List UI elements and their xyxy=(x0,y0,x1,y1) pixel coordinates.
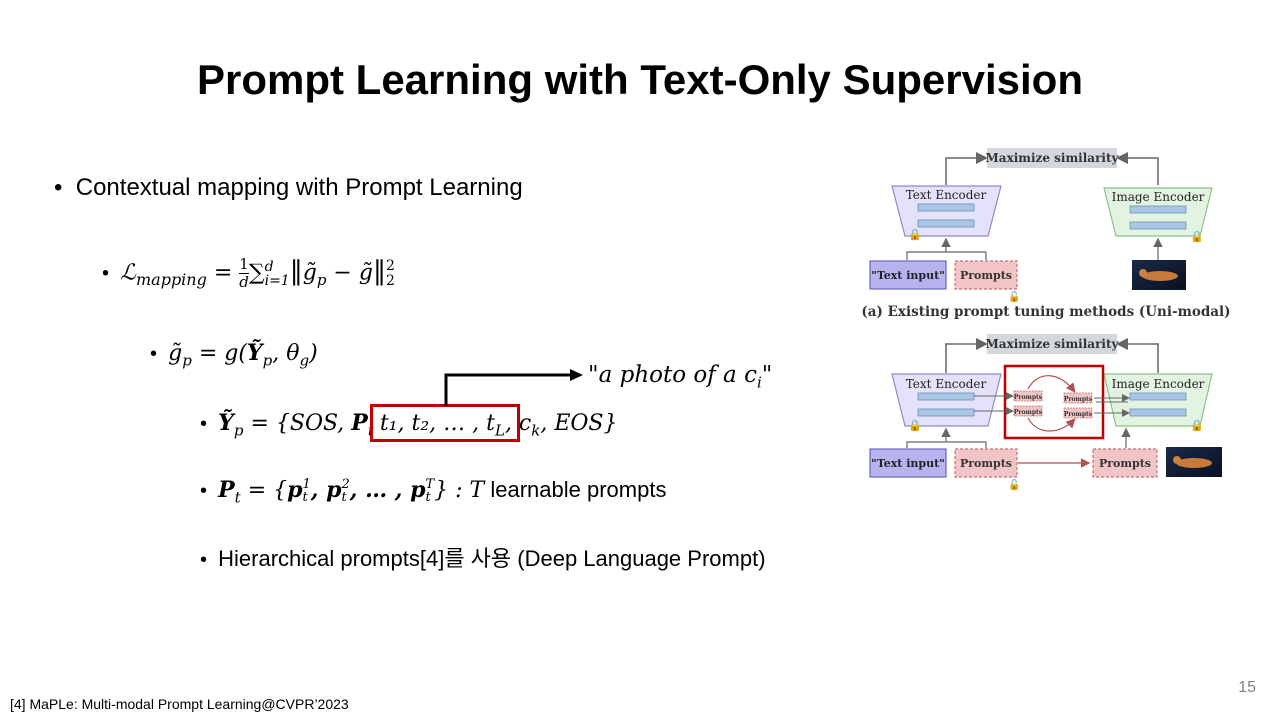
text-encoder-label: Text Encoder xyxy=(906,188,987,202)
unlock-icon: 🔓 xyxy=(1008,478,1020,491)
y-tilde: Ỹ xyxy=(218,410,234,436)
p2-scripts: 2t xyxy=(342,478,350,504)
sum-upper: d xyxy=(264,258,274,275)
p1: p xyxy=(287,477,303,503)
maximize-similarity-label: Maximize similarity xyxy=(986,337,1120,351)
sum-lower: i=1 xyxy=(264,272,290,289)
token-highlight-box xyxy=(370,404,520,442)
annotation-close: " xyxy=(761,362,773,388)
p2: , p xyxy=(310,477,342,503)
p2-sub: t xyxy=(341,490,347,505)
text-input-label: "Text input" xyxy=(871,457,945,470)
norm-scripts: 22 xyxy=(385,257,395,289)
y-tilde-sub: p xyxy=(233,421,244,440)
text-input-label: "Text input" xyxy=(871,269,945,282)
set-open: = { xyxy=(240,478,288,503)
annotation-text: "a photo of a c xyxy=(588,362,757,388)
norm-sub: 2 xyxy=(385,272,395,289)
norm-sup: 2 xyxy=(385,257,395,274)
g-function: = g( xyxy=(191,341,247,366)
bottom-panel: Maximize similarity Text Encoder 🔒 Image… xyxy=(869,334,1222,491)
mini-prompts-label: Prompts xyxy=(1014,394,1043,401)
g-tilde-p-sub: p xyxy=(182,351,192,370)
pT-scripts: Tt xyxy=(425,478,434,504)
prompts-label: Prompts xyxy=(960,269,1012,282)
lock-icon: 🔒 xyxy=(1190,419,1204,432)
mini-prompts-label: Prompts xyxy=(1014,409,1043,416)
g-tilde-p: g̃ xyxy=(302,260,317,286)
figure-caption-a: (a) Existing prompt tuning methods (Uni-… xyxy=(861,304,1230,320)
p-bold: P xyxy=(351,410,368,436)
g-tilde-p: g̃ xyxy=(168,341,183,366)
bullet-dot: • xyxy=(200,549,219,571)
sum-limits: d i=1 xyxy=(265,260,290,288)
bullet-dot: • xyxy=(102,262,121,285)
norm-close: ‖ xyxy=(372,256,386,287)
g-tilde-p-sub: p xyxy=(316,270,327,289)
bullet-hierarchical-prompts: • Hierarchical prompts[4]를 사용 (Deep Lang… xyxy=(200,541,766,573)
footnote-citation: [4] MaPLe: Multi-modal Prompt Learning@C… xyxy=(10,696,349,712)
bullet-dot: • xyxy=(150,343,169,365)
sequence-start: = {SOS, xyxy=(243,411,352,436)
pT-sub: t xyxy=(425,490,431,505)
cat-shape xyxy=(1176,458,1212,468)
maximize-similarity-label: Maximize similarity xyxy=(986,151,1120,165)
loss-equation: • ℒmapping = 1 d ∑ d i=1 ‖g̃p − g̃‖ 2 2 xyxy=(102,256,395,291)
g-tilde-equation: • g̃p = g(Ỹp, θg) xyxy=(150,340,318,369)
lock-icon: 🔒 xyxy=(908,419,922,432)
g-tilde: g̃ xyxy=(358,260,373,286)
top-panel: Maximize similarity Text Encoder 🔒 Image… xyxy=(861,148,1230,320)
unlock-icon: 🔓 xyxy=(1008,290,1020,303)
fraction-numerator: 1 xyxy=(239,255,249,274)
prompts-label: Prompts xyxy=(960,457,1012,470)
annotation-arrow xyxy=(444,369,583,406)
pT: , … , p xyxy=(349,477,426,503)
maple-figure: Maximize similarity Text Encoder 🔒 Image… xyxy=(861,148,1230,491)
mini-prompts-label: Prompts xyxy=(1064,396,1093,403)
theta: , θ xyxy=(272,341,300,366)
bullet-dot: • xyxy=(200,413,219,435)
theta-sub: g xyxy=(299,351,310,370)
bullet-text: Contextual mapping with Prompt Learning xyxy=(75,174,523,201)
fraction-denominator: d xyxy=(239,273,249,291)
image-encoder-label: Image Encoder xyxy=(1112,190,1205,204)
set-close: } : xyxy=(434,478,470,503)
T-symbol: T xyxy=(469,478,485,503)
page-number: 15 xyxy=(1238,679,1256,696)
slide-title: Prompt Learning with Text-Only Supervisi… xyxy=(197,56,1083,103)
norm-open: ‖ xyxy=(289,256,303,287)
sequence-end: , EOS} xyxy=(540,411,618,436)
p-bold: P xyxy=(218,477,235,503)
loss-symbol: ℒ xyxy=(120,260,136,286)
y-tilde-sub: p xyxy=(262,351,273,370)
learnable-prompts-text: learnable prompts xyxy=(484,477,667,502)
text-encoder-label: Text Encoder xyxy=(906,377,987,391)
sum-symbol: ∑ xyxy=(248,260,265,286)
bullet-contextual-mapping: • Contextual mapping with Prompt Learnin… xyxy=(54,174,523,202)
prompts-label: Prompts xyxy=(1099,457,1151,470)
minus: − xyxy=(326,260,359,286)
class-k-sub: k xyxy=(531,421,541,440)
y-tilde: Ỹ xyxy=(246,340,263,366)
equals: = xyxy=(206,260,240,286)
close-paren: ) xyxy=(309,341,318,366)
loss-subscript: mapping xyxy=(135,269,207,289)
bullet-dot: • xyxy=(54,174,76,201)
mini-prompts-label: Prompts xyxy=(1064,411,1093,418)
cat-shape xyxy=(1142,271,1178,281)
bullet-dot: • xyxy=(200,480,219,502)
lock-icon: 🔒 xyxy=(908,228,922,241)
fraction: 1d xyxy=(239,256,249,291)
p-t-equation: • Pt = {p 1 t, p2t, … , p Tt} : T learnable… xyxy=(200,477,666,506)
prompt-template-annotation: "a photo of a ci" xyxy=(588,362,772,392)
lock-icon: 🔒 xyxy=(1190,230,1204,243)
p1-scripts: 1t xyxy=(303,478,311,504)
p1-sub: t xyxy=(302,490,308,505)
image-encoder-label: Image Encoder xyxy=(1112,377,1205,391)
bullet-text: Hierarchical prompts[4]를 사용 (Deep Langua… xyxy=(218,546,766,571)
